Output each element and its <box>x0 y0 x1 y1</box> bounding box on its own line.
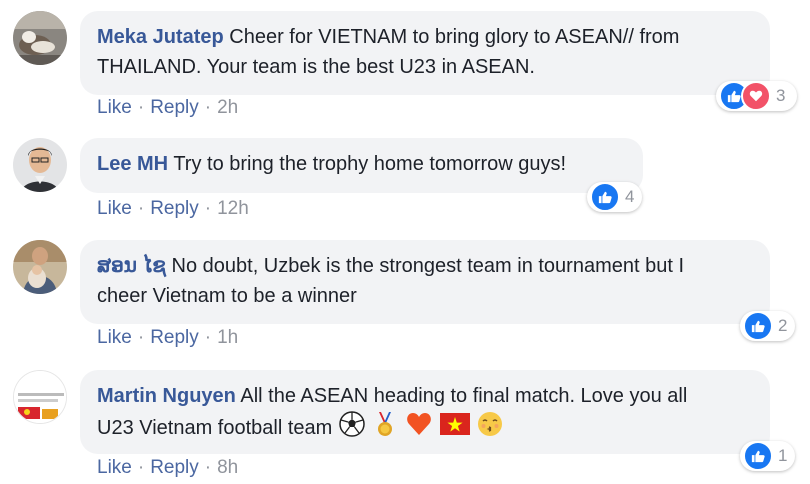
reaction-count: 4 <box>625 187 635 206</box>
like-link[interactable]: Like <box>97 457 132 478</box>
comment-text-line2: THAILAND. Your team is the best U23 in A… <box>97 56 535 78</box>
author-name[interactable]: Meka Jutatep <box>97 26 224 48</box>
reply-link[interactable]: Reply <box>150 457 199 478</box>
reply-link[interactable]: Reply <box>150 198 199 219</box>
soccer-ball-icon <box>339 411 365 446</box>
love-icon <box>741 81 771 111</box>
reaction-count: 1 <box>778 446 788 465</box>
timestamp[interactable]: 12h <box>217 198 249 219</box>
comment-actions: Like · Reply · 12h <box>97 198 249 219</box>
avatar[interactable] <box>13 370 67 424</box>
reactions-summary[interactable]: 1 <box>740 441 795 471</box>
comment-actions: Like · Reply · 1h <box>97 327 239 348</box>
like-icon <box>743 311 773 341</box>
medal-icon <box>372 411 398 446</box>
reactions-summary[interactable]: 4 <box>587 182 642 212</box>
reply-link[interactable]: Reply <box>150 327 199 348</box>
vietnam-flag-icon <box>439 413 470 444</box>
comment-text-line2: cheer Vietnam to be a winner <box>97 285 357 307</box>
avatar[interactable] <box>13 240 67 294</box>
timestamp[interactable]: 2h <box>217 97 238 118</box>
comment-bubble: Martin Nguyen All the ASEAN heading to f… <box>80 370 770 454</box>
comment-text: Try to bring the trophy home tomorrow gu… <box>173 153 567 175</box>
reply-link[interactable]: Reply <box>150 97 199 118</box>
heart-icon <box>406 411 432 446</box>
comment-bubble: Meka Jutatep Cheer for VIETNAM to bring … <box>80 11 770 95</box>
timestamp[interactable]: 1h <box>217 327 238 348</box>
comment-text: Cheer for VIETNAM to bring glory to ASEA… <box>229 26 680 48</box>
comment-text: No doubt, Uzbek is the strongest team in… <box>171 255 685 277</box>
comment-bubble: Lee MH Try to bring the trophy home tomo… <box>80 138 643 193</box>
like-icon <box>743 441 773 471</box>
reactions-summary[interactable]: 3 <box>716 81 797 111</box>
like-link[interactable]: Like <box>97 97 132 118</box>
comment-text: All the ASEAN heading to final match. Lo… <box>240 385 688 407</box>
author-name[interactable]: ສອນ ໄຊ <box>97 255 166 277</box>
comment-actions: Like · Reply · 2h <box>97 97 239 118</box>
comment-actions: Like · Reply · 8h <box>97 457 239 478</box>
reaction-count: 2 <box>778 316 788 335</box>
kissing-face-icon <box>477 411 503 446</box>
avatar[interactable] <box>13 11 67 65</box>
author-name[interactable]: Lee MH <box>97 153 168 175</box>
like-icon <box>590 182 620 212</box>
avatar[interactable] <box>13 138 67 192</box>
reactions-summary[interactable]: 2 <box>740 311 795 341</box>
like-link[interactable]: Like <box>97 198 132 219</box>
comment-bubble: ສອນ ໄຊ No doubt, Uzbek is the strongest … <box>80 240 770 324</box>
comment-text-line2: U23 Vietnam football team <box>97 416 333 439</box>
reaction-count: 3 <box>776 86 786 105</box>
emoji-row <box>338 411 504 439</box>
timestamp[interactable]: 8h <box>217 457 238 478</box>
like-link[interactable]: Like <box>97 327 132 348</box>
author-name[interactable]: Martin Nguyen <box>97 385 236 407</box>
